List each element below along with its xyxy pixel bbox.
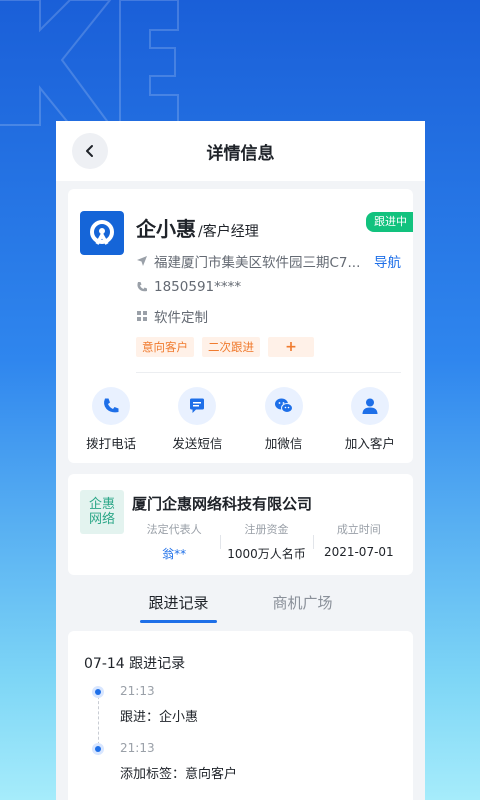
contact-name: 企小惠 (136, 217, 196, 241)
add-customer-label: 加入客户 (344, 436, 395, 451)
company-stats: 法定代表人 翁** 注册资金 1000万人名币 成立时间 2021-07-01 (128, 521, 405, 562)
address-row: 福建厦门市集美区软件园三期C7... (136, 251, 364, 271)
record-time: 21:13 (120, 684, 155, 698)
records-title: 07-14 跟进记录 (84, 656, 186, 672)
contact-name-line: 企小惠 /客户经理 (136, 213, 259, 242)
company-name: 厦门企惠网络科技有限公司 (132, 495, 313, 513)
record-time: 21:13 (120, 741, 155, 755)
page-title: 详情信息 (206, 143, 275, 164)
add-tag-button[interactable]: + (268, 337, 314, 357)
status-badge: 跟进中 (366, 212, 413, 232)
tag-list: 意向客户 二次跟进 + (136, 337, 314, 357)
records-card: 07-14 跟进记录 21:13 跟进：企小惠 21:13 添加标签：意向客户 (68, 631, 413, 800)
contact-card: 企小惠 /客户经理 跟进中 福建厦门市集美区软件园三期C7... 导航 1850… (68, 189, 413, 463)
timeline-dot (92, 686, 104, 698)
tab-bar: 跟进记录 商机广场 (56, 589, 425, 623)
company-card[interactable]: 企惠 网络 厦门企惠网络科技有限公司 法定代表人 翁** 注册资金 1000万人… (68, 474, 413, 575)
stat-legal-rep: 法定代表人 翁** (128, 521, 220, 562)
record-text: 跟进：企小惠 (120, 710, 199, 725)
wechat-label: 加微信 (264, 436, 303, 451)
contact-role: /客户经理 (198, 224, 259, 240)
legal-rep-value[interactable]: 翁** (128, 545, 220, 562)
add-wechat-button[interactable]: 加微信 (244, 387, 324, 452)
address-text: 福建厦门市集美区软件园三期C7... (154, 255, 361, 271)
stat-founded-date: 成立时间 2021-07-01 (312, 521, 405, 562)
background-letters-decoration (0, 0, 179, 126)
stat-registered-capital: 注册资金 1000万人名币 (220, 521, 312, 562)
phone-number[interactable]: 1850591**** (154, 279, 241, 295)
sms-button[interactable]: 发送短信 (157, 387, 237, 452)
phone-icon (104, 398, 119, 413)
grid-icon (136, 310, 148, 322)
chevron-left-icon (86, 145, 93, 157)
sms-label: 发送短信 (172, 436, 223, 451)
contact-logo (80, 211, 124, 255)
company-logo: 企惠 网络 (80, 490, 124, 534)
record-text: 添加标签：意向客户 (120, 767, 238, 782)
divider (136, 372, 401, 373)
business-row: 软件定制 (136, 306, 208, 326)
detail-screen: 详情信息 企小惠 /客户经理 跟进中 福建厦门市集美区软件园三期C7... 导航 (56, 121, 425, 800)
back-button[interactable] (72, 133, 108, 169)
wechat-icon (274, 398, 293, 413)
action-bar: 拨打电话 发送短信 加微信 加入客户 (68, 387, 413, 452)
location-arrow-icon (136, 255, 148, 267)
tab-opportunity-square[interactable]: 商机广场 (267, 589, 339, 623)
message-icon (190, 398, 205, 413)
call-button[interactable]: 拨打电话 (71, 387, 151, 452)
call-label: 拨打电话 (86, 436, 137, 451)
tag-second-followup[interactable]: 二次跟进 (202, 337, 260, 357)
company-logo-icon (90, 220, 114, 245)
timeline-dot (92, 743, 104, 755)
add-customer-button[interactable]: 加入客户 (330, 387, 410, 452)
user-icon (362, 398, 378, 414)
business-text: 软件定制 (154, 310, 208, 326)
phone-row: 1850591**** (136, 279, 241, 295)
tag-intent-customer[interactable]: 意向客户 (136, 337, 194, 357)
phone-small-icon (136, 281, 148, 293)
navigate-link[interactable]: 导航 (374, 251, 401, 271)
top-bar: 详情信息 (56, 121, 425, 181)
tab-followup-records[interactable]: 跟进记录 (140, 589, 217, 623)
